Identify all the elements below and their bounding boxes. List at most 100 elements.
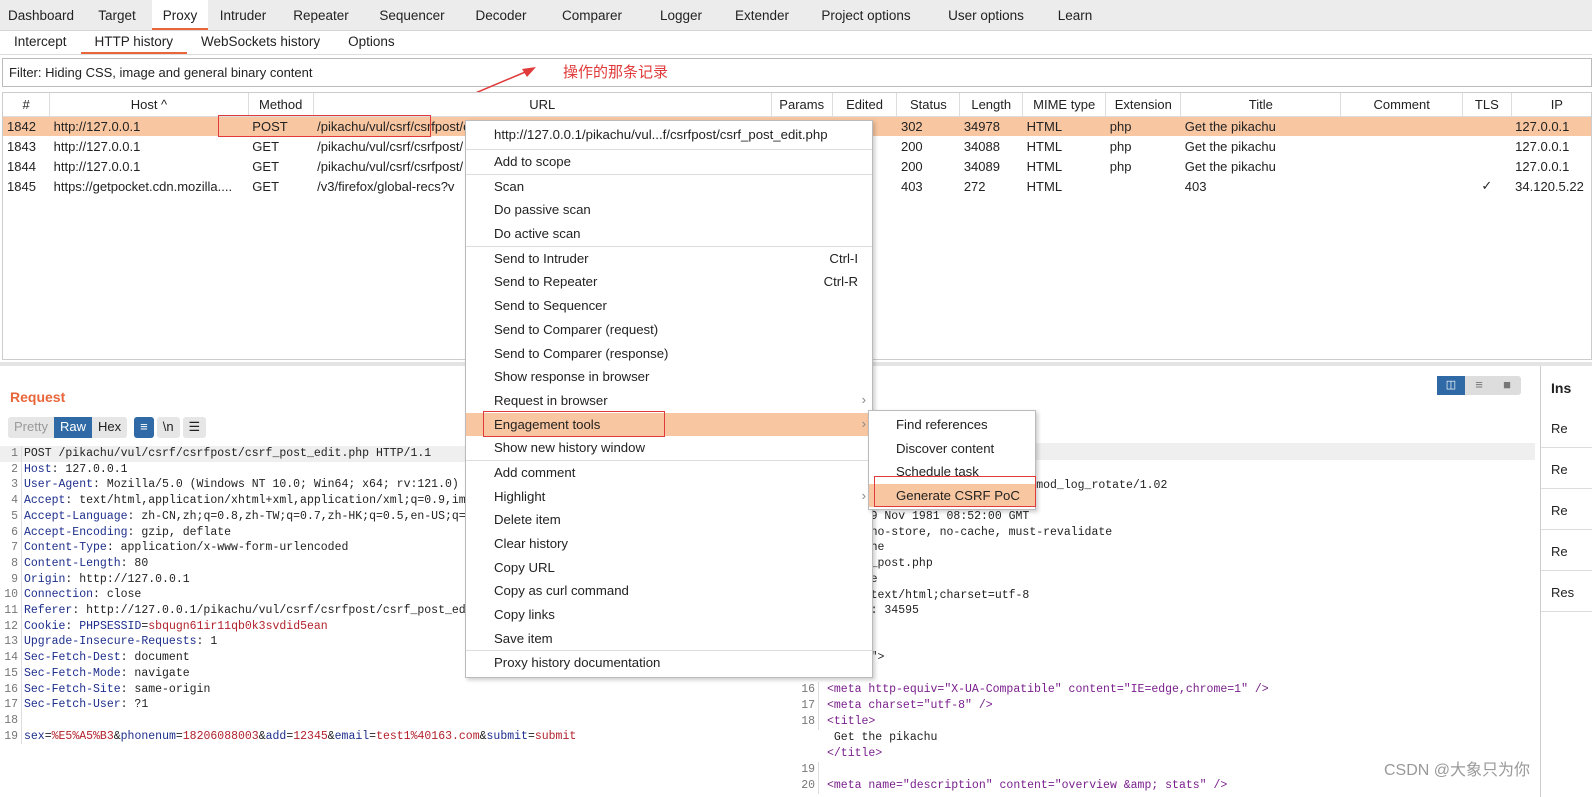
submenu-item-find-references[interactable]: Find references	[869, 413, 1035, 437]
menu-item-label: Delete item	[494, 512, 561, 528]
tab-intruder[interactable]: Intruder	[208, 0, 278, 30]
code-token: submit	[486, 729, 528, 743]
inspector-section[interactable]: Re	[1541, 407, 1592, 448]
cell-title: Get the pikachu	[1184, 138, 1276, 154]
menu-item-send-to-repeater[interactable]: Send to Repeater Ctrl-R	[466, 270, 872, 294]
submenu-item-discover-content[interactable]: Discover content	[869, 437, 1035, 461]
code-token: <meta http-equiv="X-UA-Compatible" conte…	[827, 683, 1269, 696]
column-header[interactable]: Comment	[1340, 93, 1464, 117]
column-header[interactable]: TLS	[1462, 93, 1512, 117]
tab-project-options[interactable]: Project options	[804, 0, 928, 30]
horizontal-view-icon[interactable]: ≡	[1465, 376, 1493, 395]
cell-mime: HTML	[1026, 158, 1063, 174]
cell-ext: php	[1105, 116, 1181, 136]
cell-ip: 127.0.0.1	[1515, 138, 1570, 154]
tab-target[interactable]: Target	[82, 0, 152, 30]
subtab-http-history[interactable]: HTTP history	[80, 31, 188, 54]
cell-tls	[1462, 116, 1512, 136]
code-token: : document	[120, 651, 190, 665]
menu-item-request-in-browser[interactable]: Request in browser ›	[466, 389, 872, 413]
menu-item-save-item[interactable]: Save item	[466, 627, 872, 651]
subtab-intercept[interactable]: Intercept	[0, 31, 81, 54]
inspector-section[interactable]: Re	[1541, 489, 1592, 530]
code-token: sbqugn61ir11qb0k3svdid5ean	[148, 619, 328, 633]
pretty-button[interactable]: Pretty	[8, 417, 54, 438]
split-view-icon[interactable]: ◫	[1437, 376, 1465, 395]
menu-item-copy-as-curl-command[interactable]: Copy as curl command	[466, 579, 872, 603]
tab-comparer[interactable]: Comparer	[542, 0, 642, 30]
menu-item-highlight[interactable]: Highlight ›	[466, 485, 872, 509]
tab-repeater[interactable]: Repeater	[278, 0, 364, 30]
line-number: 18	[775, 714, 819, 730]
tab-user-options[interactable]: User options	[928, 0, 1044, 30]
response-text: close	[843, 572, 1167, 588]
subtab-websockets-history[interactable]: WebSockets history	[187, 31, 334, 54]
inspector-section[interactable]: Res	[1541, 571, 1592, 612]
tab-learn[interactable]: Learn	[1044, 0, 1106, 30]
code-token: =	[527, 729, 535, 743]
column-header[interactable]: IP	[1511, 93, 1591, 117]
menu-item-label: Request in browser	[494, 392, 608, 408]
tab-logger[interactable]: Logger	[642, 0, 720, 30]
code-token: Sec-Fetch-Site	[24, 682, 121, 696]
inspector-section[interactable]: Re	[1541, 530, 1592, 571]
column-header[interactable]: Method	[248, 93, 314, 117]
menu-item-copy-links[interactable]: Copy links	[466, 603, 872, 627]
code-token: &	[258, 729, 266, 743]
wrap-icon[interactable]: ≡	[134, 417, 154, 438]
menu-item-add-comment[interactable]: Add comment	[466, 461, 872, 485]
column-header[interactable]: Status	[896, 93, 961, 117]
column-header[interactable]: MIME type	[1022, 93, 1107, 117]
menu-item-send-to-comparer-request-[interactable]: Send to Comparer (request)	[466, 318, 872, 342]
column-header[interactable]: Edited	[832, 93, 898, 117]
menu-item-delete-item[interactable]: Delete item	[466, 508, 872, 532]
menu-item-clear-history[interactable]: Clear history	[466, 532, 872, 556]
subtab-options[interactable]: Options	[334, 31, 409, 54]
tab-extender[interactable]: Extender	[720, 0, 804, 30]
column-header[interactable]: Title	[1180, 93, 1342, 117]
code-token: : same-origin	[120, 682, 211, 696]
column-header[interactable]: #	[3, 93, 51, 117]
line-number: 10	[0, 587, 22, 604]
cell-host: http://127.0.0.1	[53, 138, 141, 154]
menu-item-show-new-history-window[interactable]: Show new history window	[466, 436, 872, 460]
line-number: 16	[775, 682, 819, 698]
raw-button[interactable]: Raw	[53, 417, 92, 438]
cell-status: 200	[900, 158, 923, 174]
menu-item-send-to-intruder[interactable]: Send to Intruder Ctrl-I	[466, 247, 872, 271]
menu-icon[interactable]: ☰	[182, 417, 207, 438]
single-view-icon[interactable]: ■	[1493, 376, 1521, 395]
tab-decoder[interactable]: Decoder	[460, 0, 542, 30]
cell-length: 34088	[963, 138, 1000, 154]
main-tabs: Dashboard Target Proxy Intruder Repeater Sequ…	[0, 0, 1592, 31]
code-token: 12345	[293, 729, 328, 743]
column-header[interactable]: Extension	[1105, 93, 1182, 117]
column-header[interactable]: Length	[959, 93, 1024, 117]
column-header[interactable]: Params	[771, 93, 833, 117]
cell-mime: HTML	[1022, 116, 1106, 136]
cell-id: 1844	[7, 158, 36, 174]
menu-item-scan[interactable]: Scan	[466, 175, 872, 199]
line-number: 9	[0, 571, 22, 588]
menu-item-send-to-sequencer[interactable]: Send to Sequencer	[466, 294, 872, 318]
inspector-section[interactable]: Re	[1541, 448, 1592, 489]
menu-item-copy-url[interactable]: Copy URL	[466, 556, 872, 580]
menu-item-do-passive-scan[interactable]: Do passive scan	[466, 198, 872, 222]
menu-item-label: Send to Comparer (request)	[494, 321, 659, 337]
column-header[interactable]: Host ^	[49, 93, 249, 117]
menu-item-show-response-in-browser[interactable]: Show response in browser	[466, 365, 872, 389]
menu-item-send-to-comparer-response-[interactable]: Send to Comparer (response)	[466, 342, 872, 366]
menu-item-do-active-scan[interactable]: Do active scan	[466, 222, 872, 246]
tab-proxy[interactable]: Proxy	[152, 0, 208, 30]
menu-item-proxy-history-documentation[interactable]: Proxy history documentation	[466, 651, 872, 675]
code-token: : close	[93, 588, 142, 602]
menu-item-add-to-scope[interactable]: Add to scope	[466, 150, 872, 174]
highlight-box	[218, 115, 431, 137]
column-header[interactable]: URL	[313, 93, 772, 117]
response-text: pe: text/html;charset=utf-8	[843, 588, 1030, 602]
filter-bar[interactable]: Filter: Hiding CSS, image and general bi…	[2, 58, 1592, 87]
tab-sequencer[interactable]: Sequencer	[364, 0, 460, 30]
tab-dashboard[interactable]: Dashboard	[0, 0, 82, 30]
newline-icon[interactable]: \n	[156, 417, 180, 438]
hex-button[interactable]: Hex	[91, 417, 128, 438]
